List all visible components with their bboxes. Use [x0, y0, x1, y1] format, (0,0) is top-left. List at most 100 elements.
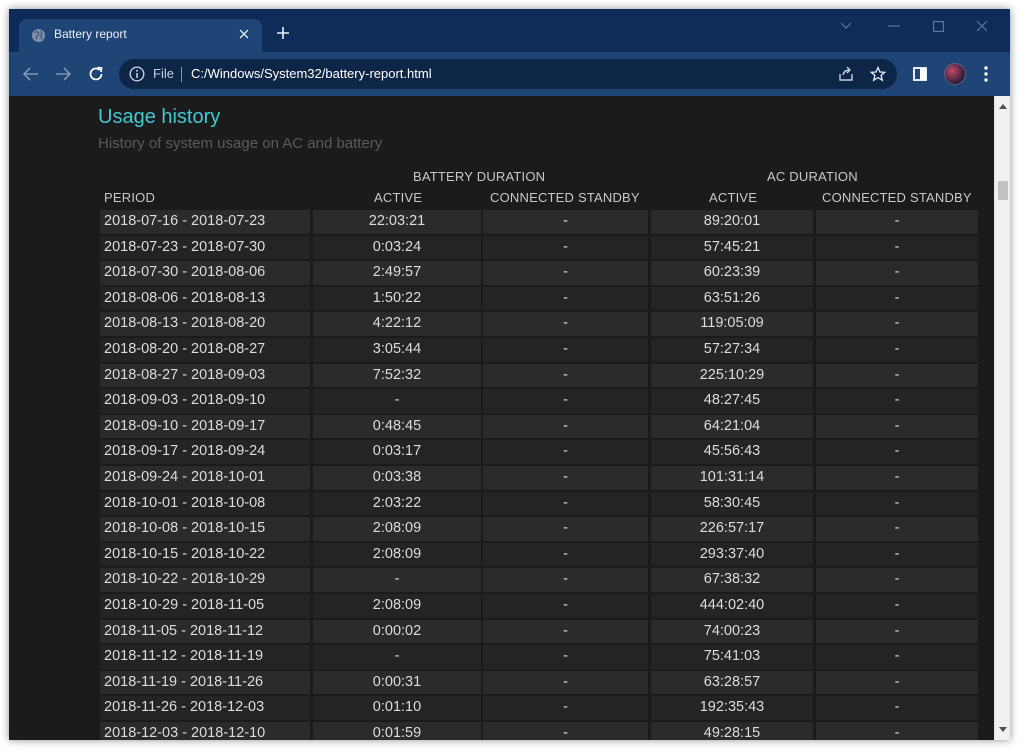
ac-active-cell: 63:51:26: [651, 286, 813, 311]
ac-standby-cell: -: [816, 542, 978, 567]
tab-battery-report[interactable]: Battery report: [19, 19, 262, 52]
ac-active-cell: 293:37:40: [651, 542, 813, 567]
battery-standby-cell: -: [483, 593, 648, 618]
battery-standby-cell: -: [483, 261, 648, 285]
period-cell: 2018-10-22 - 2018-10-29: [100, 568, 310, 592]
battery-active-cell: 0:00:02: [313, 619, 481, 644]
ac-active-cell: 119:05:09: [651, 312, 813, 336]
usage-table: 2018-07-16 - 2018-07-23 22:03:21-89:20:01…: [100, 209, 978, 740]
battery-active-cell: 0:01:59: [313, 721, 481, 740]
minimize-icon[interactable]: [883, 15, 905, 37]
battery-standby-cell: -: [483, 286, 648, 311]
battery-standby-cell: -: [483, 210, 648, 234]
table-row: 2018-09-17 - 2018-09-24 0:03:17-45:56:43-: [100, 439, 978, 465]
table-row: 2018-10-08 - 2018-10-15 2:08:09-226:57:17…: [100, 516, 978, 542]
period-cell: 2018-09-10 - 2018-09-17: [100, 414, 310, 439]
period-cell: 2018-08-27 - 2018-09-03: [100, 363, 310, 388]
ac-standby-cell: -: [816, 517, 978, 541]
period-cell: 2018-11-26 - 2018-12-03: [100, 696, 310, 720]
ac-standby-cell: -: [816, 363, 978, 388]
period-cell: 2018-11-19 - 2018-11-26: [100, 670, 310, 695]
table-row: 2018-11-19 - 2018-11-26 0:00:31-63:28:57-: [100, 670, 978, 696]
battery-active-cell: -: [313, 389, 481, 413]
ac-active-cell: 49:28:15: [651, 721, 813, 740]
column-header-ac-standby: CONNECTED STANDBY: [822, 190, 972, 205]
table-row: 2018-11-26 - 2018-12-03 0:01:10-192:35:43…: [100, 695, 978, 721]
period-cell: 2018-11-05 - 2018-11-12: [100, 619, 310, 644]
group-header-battery: BATTERY DURATION: [413, 169, 546, 184]
period-cell: 2018-11-12 - 2018-11-19: [100, 645, 310, 669]
battery-active-cell: 0:03:17: [313, 440, 481, 464]
period-cell: 2018-08-20 - 2018-08-27: [100, 337, 310, 362]
ac-standby-cell: -: [816, 721, 978, 740]
ac-standby-cell: -: [816, 210, 978, 234]
battery-active-cell: 2:03:22: [313, 491, 481, 516]
address-bar[interactable]: File C:/Windows/System32/battery-report.…: [119, 59, 897, 89]
ac-standby-cell: -: [816, 261, 978, 285]
close-icon[interactable]: [234, 24, 254, 44]
tab-title: Battery report: [54, 27, 127, 41]
kebab-menu-icon[interactable]: [975, 63, 997, 85]
table-row: 2018-08-27 - 2018-09-03 7:52:32-225:10:29…: [100, 363, 978, 389]
table-row: 2018-09-10 - 2018-09-17 0:48:45-64:21:04-: [100, 414, 978, 440]
battery-active-cell: 0:00:31: [313, 670, 481, 695]
page-viewport: Usage history History of system usage on…: [9, 96, 994, 740]
info-icon[interactable]: [129, 66, 145, 82]
plus-icon[interactable]: [273, 23, 293, 43]
ac-standby-cell: -: [816, 568, 978, 592]
table-row: 2018-07-30 - 2018-08-06 2:49:57-60:23:39-: [100, 260, 978, 286]
scroll-up-icon[interactable]: [995, 98, 1010, 114]
table-row: 2018-10-01 - 2018-10-08 2:03:22-58:30:45-: [100, 491, 978, 517]
side-panel-icon[interactable]: [909, 63, 931, 85]
battery-standby-cell: -: [483, 568, 648, 592]
battery-standby-cell: -: [483, 337, 648, 362]
ac-standby-cell: -: [816, 670, 978, 695]
scroll-down-icon[interactable]: [995, 722, 1010, 738]
column-header-ac-active: ACTIVE: [709, 190, 758, 205]
table-row: 2018-12-03 - 2018-12-10 0:01:59-49:28:15-: [100, 721, 978, 740]
maximize-icon[interactable]: [927, 15, 949, 37]
arrow-left-icon[interactable]: [20, 63, 42, 85]
ac-standby-cell: -: [816, 337, 978, 362]
battery-active-cell: 2:49:57: [313, 261, 481, 285]
period-cell: 2018-09-03 - 2018-09-10: [100, 389, 310, 413]
battery-active-cell: 4:22:12: [313, 312, 481, 336]
battery-standby-cell: -: [483, 235, 648, 260]
table-row: 2018-08-06 - 2018-08-13 1:50:22-63:51:26-: [100, 286, 978, 312]
ac-standby-cell: -: [816, 465, 978, 490]
arrow-right-icon[interactable]: [52, 63, 74, 85]
reload-icon[interactable]: [85, 63, 107, 85]
battery-standby-cell: -: [483, 414, 648, 439]
battery-active-cell: 2:08:09: [313, 593, 481, 618]
period-cell: 2018-08-13 - 2018-08-20: [100, 312, 310, 336]
scrollbar[interactable]: [994, 96, 1010, 740]
close-window-icon[interactable]: [971, 15, 993, 37]
period-cell: 2018-09-17 - 2018-09-24: [100, 440, 310, 464]
page-subtitle: History of system usage on AC and batter…: [98, 135, 383, 152]
browser-toolbar: File C:/Windows/System32/battery-report.…: [9, 52, 1010, 96]
period-cell: 2018-07-30 - 2018-08-06: [100, 261, 310, 285]
share-icon[interactable]: [837, 65, 855, 83]
period-cell: 2018-10-01 - 2018-10-08: [100, 491, 310, 516]
scheme-label: File: [153, 66, 174, 81]
period-cell: 2018-12-03 - 2018-12-10: [100, 721, 310, 740]
ac-standby-cell: -: [816, 414, 978, 439]
chevron-down-icon[interactable]: [835, 15, 857, 37]
divider: [181, 67, 182, 82]
ac-active-cell: 60:23:39: [651, 261, 813, 285]
ac-active-cell: 57:45:21: [651, 235, 813, 260]
star-icon[interactable]: [869, 65, 887, 83]
ac-active-cell: 58:30:45: [651, 491, 813, 516]
table-row: 2018-10-15 - 2018-10-22 2:08:09-293:37:40…: [100, 542, 978, 568]
table-row: 2018-09-03 - 2018-09-10- -48:27:45-: [100, 388, 978, 414]
period-cell: 2018-08-06 - 2018-08-13: [100, 286, 310, 311]
ac-standby-cell: -: [816, 235, 978, 260]
battery-active-cell: 0:01:10: [313, 696, 481, 720]
url-text[interactable]: C:/Windows/System32/battery-report.html: [191, 66, 432, 81]
avatar[interactable]: [944, 63, 966, 85]
scrollbar-thumb[interactable]: [998, 181, 1008, 200]
table-row: 2018-07-16 - 2018-07-23 22:03:21-89:20:01…: [100, 209, 978, 235]
battery-standby-cell: -: [483, 721, 648, 740]
ac-active-cell: 225:10:29: [651, 363, 813, 388]
battery-active-cell: 3:05:44: [313, 337, 481, 362]
